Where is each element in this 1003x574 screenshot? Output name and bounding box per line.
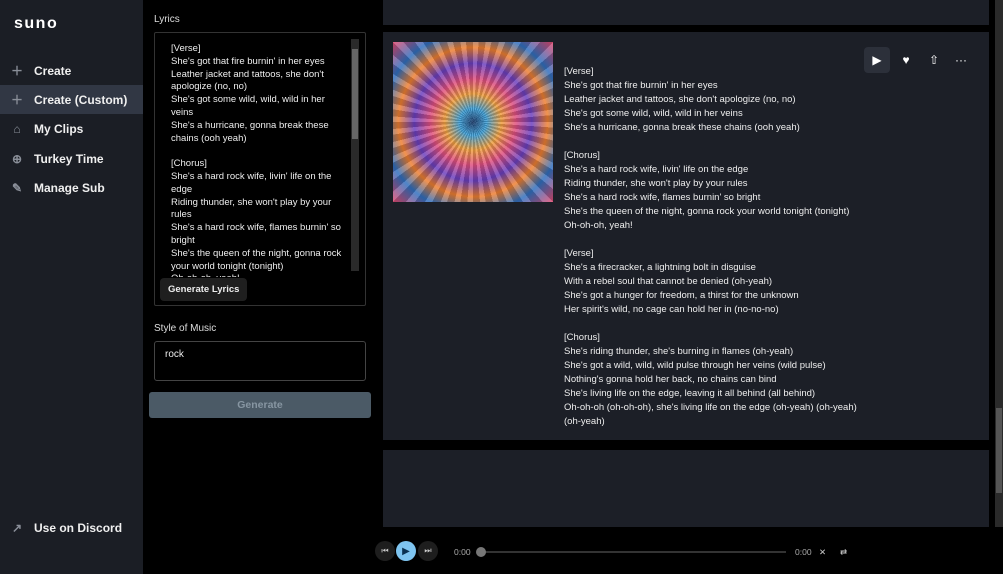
sidebar-item-label: Manage Sub — [34, 180, 105, 195]
sidebar-item-manage-sub[interactable]: ✎ Manage Sub — [0, 173, 143, 202]
sidebar-item-my-clips[interactable]: ⌂ My Clips — [0, 114, 143, 143]
plus-icon: ＋ — [10, 64, 23, 78]
external-link-icon: ↗ — [11, 520, 23, 535]
lyrics-label: Lyrics — [154, 14, 180, 25]
cover-art[interactable] — [393, 42, 553, 202]
current-time: 0:00 — [454, 547, 471, 557]
shuffle-icon[interactable]: ✕ — [819, 547, 826, 558]
clip-card: [Verse] She's got that fire burnin' in h… — [383, 32, 989, 440]
globe-icon: ⊕ — [11, 151, 23, 166]
generate-lyrics-button[interactable]: Generate Lyrics — [160, 278, 248, 301]
style-label: Style of Music — [154, 323, 217, 334]
next-icon[interactable]: ⏭ — [418, 541, 438, 561]
sidebar-item-label: Use on Discord — [34, 520, 123, 535]
progress-knob[interactable] — [476, 547, 486, 557]
play-button[interactable]: ▶ — [396, 541, 416, 561]
sidebar-item-label: Create (Custom) — [34, 92, 128, 107]
play-icon[interactable]: ▶ — [864, 47, 890, 73]
home-icon: ⌂ — [13, 121, 21, 136]
share-icon[interactable]: ⇧ — [921, 47, 947, 73]
sidebar-item-create-custom[interactable]: ＋ Create (Custom) — [0, 85, 143, 114]
progress-track[interactable] — [480, 551, 786, 553]
duration: 0:00 — [795, 547, 812, 557]
sidebar-item-label: Turkey Time — [34, 151, 104, 166]
more-icon[interactable]: ··· — [948, 47, 974, 73]
heart-icon[interactable]: ♥ — [893, 47, 919, 73]
lyrics-text[interactable]: [Verse] She's got that fire burnin' in h… — [171, 43, 345, 277]
repeat-icon[interactable]: ⇄ — [840, 547, 847, 558]
sidebar-item-label: My Clips — [34, 121, 84, 136]
song-lyrics: [Verse] She's got that fire burnin' in h… — [564, 66, 857, 427]
clip-card — [383, 450, 989, 527]
lyrics-textarea[interactable]: [Verse] She's got that fire burnin' in h… — [154, 32, 366, 306]
previous-icon[interactable]: ⏮ — [375, 541, 395, 561]
page-scrollbar[interactable] — [995, 0, 1003, 527]
audio-player: ⏮ ▶ ⏭ 0:00 0:00 ✕ ⇄ — [143, 527, 1003, 574]
edit-icon: ✎ — [11, 180, 23, 195]
suno-logo[interactable]: suno — [14, 15, 58, 33]
sidebar-item-turkey-time[interactable]: ⊕ Turkey Time — [0, 144, 143, 173]
sidebar-item-create[interactable]: ＋ Create — [0, 56, 143, 85]
generate-button[interactable]: Generate — [149, 392, 371, 418]
sidebar: suno ＋ Create ＋ Create (Custom) ⌂ My Clips … — [0, 0, 143, 574]
sidebar-item-label: Create — [34, 63, 72, 78]
sidebar-item-discord[interactable]: ↗ Use on Discord — [0, 513, 143, 542]
lyrics-scrollbar[interactable] — [351, 39, 359, 271]
create-form: Lyrics [Verse] She's got that fire burni… — [143, 0, 382, 527]
plus-icon: ＋ — [10, 93, 23, 107]
clips-list: [Verse] She's got that fire burnin' in h… — [382, 0, 995, 527]
style-input[interactable]: rock — [154, 341, 366, 381]
clip-card — [383, 0, 989, 25]
